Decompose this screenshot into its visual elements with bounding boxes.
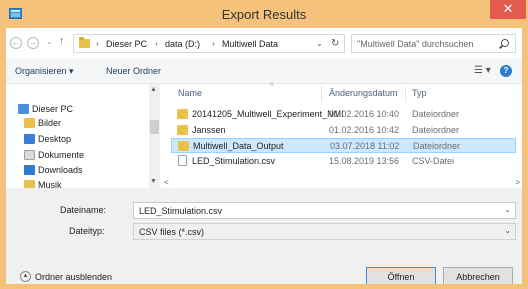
filetype-value: CSV files (*.csv): [139, 227, 205, 237]
file-date: 01.02.2016 10:40: [329, 109, 400, 119]
file-type: Dateiordner: [412, 109, 460, 119]
file-name: Janssen: [192, 125, 226, 135]
sidebar-item-label: Bilder: [38, 118, 62, 128]
pictures-folder-icon: [24, 118, 35, 128]
file-name: Multiwell_Data_Output: [193, 141, 284, 151]
file-date: 01.02.2016 10:42: [329, 125, 400, 135]
horizontal-scrollbar[interactable]: < >: [163, 178, 522, 188]
computer-icon: [18, 104, 29, 114]
scroll-down-icon[interactable]: ▼: [150, 178, 157, 185]
collapse-icon: ▲: [20, 271, 31, 282]
file-list: Name ^ Änderungsdatum Typ 20141205_Multi…: [163, 83, 522, 188]
filetype-select[interactable]: CSV files (*.csv) ⌄: [133, 223, 516, 240]
address-row: ← → ⌄ ↑ › Dieser PC › data (D:) › Multiw…: [6, 28, 522, 58]
file-date: 15.08.2019 13:56: [329, 156, 400, 166]
filetype-label: Dateityp:: [69, 226, 105, 236]
breadcrumb-this-pc[interactable]: Dieser PC: [106, 39, 147, 49]
sidebar-item-label: Dieser PC: [32, 104, 74, 114]
column-header-type[interactable]: Typ: [412, 88, 427, 98]
window-frame-bottom: [0, 284, 528, 289]
csv-file-icon: [178, 155, 187, 166]
sort-ascending-icon: ^: [270, 83, 274, 90]
sidebar-item-label: Desktop: [38, 134, 72, 144]
address-bar[interactable]: › Dieser PC › data (D:) › Multiwell Data…: [73, 34, 345, 53]
refresh-icon[interactable]: ↻: [331, 38, 339, 49]
breadcrumb-multiwell-data[interactable]: Multiwell Data: [222, 39, 278, 49]
file-row-selected[interactable]: Multiwell_Data_Output 03.07.2018 11:02 D…: [171, 138, 516, 153]
filename-field[interactable]: LED_Stimulation.csv ⌄: [133, 202, 516, 219]
column-header-date[interactable]: Änderungsdatum: [329, 88, 398, 98]
sidebar-item-label: Downloads: [38, 165, 83, 175]
dialog-body: ← → ⌄ ↑ › Dieser PC › data (D:) › Multiw…: [6, 28, 522, 288]
downloads-folder-icon: [24, 165, 35, 175]
file-row[interactable]: LED_Stimulation.csv 15.08.2019 13:56 CSV…: [171, 154, 516, 169]
address-dropdown-icon[interactable]: ⌄: [316, 39, 323, 48]
column-divider[interactable]: [405, 86, 406, 102]
file-name: 20141205_Multiwell_Experiment_NMI: [192, 109, 344, 119]
nav-scrollbar[interactable]: ▲ ▼: [149, 84, 160, 188]
organize-button[interactable]: Organisieren ▾: [15, 66, 74, 77]
breadcrumb-data-drive[interactable]: data (D:): [165, 39, 200, 49]
column-divider[interactable]: [321, 86, 322, 102]
recent-locations-button[interactable]: ⌄: [46, 37, 53, 46]
documents-folder-icon: [24, 150, 35, 160]
sidebar-item-label: Dokumente: [38, 150, 85, 160]
scroll-left-icon[interactable]: <: [164, 178, 169, 187]
close-button[interactable]: ✕: [490, 0, 526, 19]
chevron-down-icon[interactable]: ⌄: [504, 205, 511, 214]
file-row[interactable]: 20141205_Multiwell_Experiment_NMI 01.02.…: [171, 107, 516, 122]
hide-folders-label: Ordner ausblenden: [35, 272, 113, 282]
search-placeholder: "Multiwell Data" durchsuchen: [357, 39, 474, 49]
navigation-pane: Dieser PC Bilder Desktop Dokumente Downl…: [6, 84, 161, 190]
folder-icon: [177, 109, 188, 119]
window-title: Export Results: [221, 7, 307, 22]
search-icon[interactable]: [501, 39, 509, 47]
new-folder-button[interactable]: Neuer Ordner: [106, 66, 161, 76]
export-dialog: Export Results ✕ ← → ⌄ ↑ › Dieser PC › d…: [0, 0, 528, 289]
breadcrumb-separator: ›: [96, 39, 99, 48]
view-options-icon[interactable]: ☰ ▾: [474, 65, 491, 76]
command-bar: Organisieren ▾ Neuer Ordner ☰ ▾ ?: [6, 58, 522, 84]
folder-icon: [177, 125, 188, 135]
search-input[interactable]: "Multiwell Data" durchsuchen: [351, 34, 516, 53]
scroll-thumb[interactable]: [150, 120, 159, 134]
breadcrumb-separator: ›: [212, 39, 215, 48]
up-button[interactable]: ↑: [59, 35, 65, 47]
forward-button[interactable]: →: [27, 37, 39, 49]
filename-value: LED_Stimulation.csv: [139, 206, 223, 216]
chevron-down-icon[interactable]: ⌄: [504, 226, 511, 235]
scroll-up-icon[interactable]: ▲: [150, 86, 157, 93]
save-form: Dateiname: LED_Stimulation.csv ⌄ Dateity…: [6, 188, 522, 288]
file-type: Dateiordner: [412, 125, 460, 135]
desktop-folder-icon: [24, 134, 35, 144]
file-type: Dateiordner: [413, 141, 461, 151]
file-name: LED_Stimulation.csv: [192, 156, 276, 166]
breadcrumb-separator: ›: [155, 39, 158, 48]
scroll-right-icon[interactable]: >: [515, 178, 520, 187]
folder-icon: [79, 37, 90, 48]
file-date: 03.07.2018 11:02: [330, 141, 400, 151]
back-button[interactable]: ←: [10, 37, 22, 49]
file-row[interactable]: Janssen 01.02.2016 10:42 Dateiordner: [171, 123, 516, 138]
file-type: CSV-Datei: [412, 156, 455, 166]
help-icon[interactable]: ?: [500, 65, 512, 77]
title-bar[interactable]: Export Results ✕: [0, 0, 528, 28]
column-header-name[interactable]: Name: [178, 88, 202, 98]
folder-icon: [178, 141, 189, 151]
filename-label: Dateiname:: [60, 205, 107, 215]
